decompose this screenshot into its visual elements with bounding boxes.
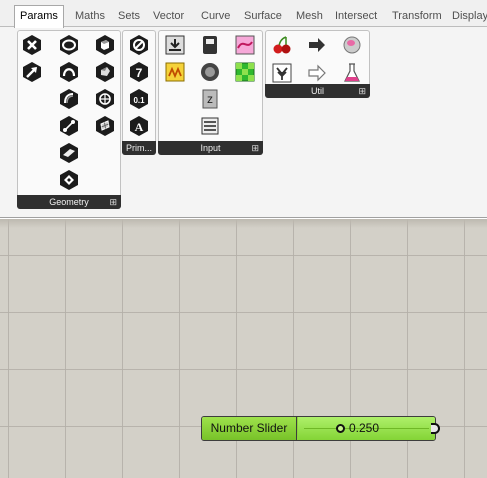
tab-sets[interactable]: Sets (118, 7, 140, 27)
relay-arrow-icon[interactable] (306, 34, 328, 56)
panel-expand-icon[interactable]: ⊞ (358, 84, 366, 98)
svg-text:A: A (135, 120, 144, 134)
circle-icon[interactable] (58, 34, 80, 56)
slider-grip-handle[interactable] (336, 424, 345, 433)
util-panel-label: Util (311, 86, 324, 96)
primitive-panel-footer[interactable]: Prim... (122, 141, 156, 155)
tab-curve[interactable]: Curve (201, 7, 230, 27)
input-panel-footer[interactable]: Input ⊞ (158, 141, 263, 155)
svg-text:7: 7 (136, 66, 143, 80)
panel-expand-icon[interactable]: ⊞ (109, 195, 117, 209)
tab-mesh[interactable]: Mesh (296, 7, 323, 27)
svg-text:0.1: 0.1 (133, 96, 145, 105)
vector-icon[interactable] (21, 61, 43, 83)
flask-icon[interactable] (341, 62, 363, 84)
tab-surface[interactable]: Surface (244, 7, 282, 27)
button-icon[interactable] (164, 61, 186, 83)
digit-scroller-icon[interactable]: z (199, 88, 221, 110)
mesh-icon[interactable] (94, 115, 116, 137)
box-icon[interactable] (94, 34, 116, 56)
point-icon[interactable] (21, 34, 43, 56)
plane-icon[interactable] (58, 142, 80, 164)
geometry-panel: Geometry ⊞ (17, 30, 121, 209)
primitive-panel-label: Prim... (126, 143, 152, 153)
boolean-toggle-icon[interactable] (199, 61, 221, 83)
svg-text:z: z (207, 92, 213, 106)
brep-icon[interactable] (94, 61, 116, 83)
input-panel: z Input ⊞ (158, 30, 263, 155)
curve-icon[interactable] (58, 61, 80, 83)
hollow-arrow-icon[interactable] (306, 62, 328, 84)
util-panel-footer[interactable]: Util ⊞ (265, 84, 370, 98)
panel-icon[interactable] (199, 34, 221, 56)
tab-transform[interactable]: Transform (392, 7, 442, 27)
tab-display[interactable]: Display (452, 7, 487, 27)
tab-params[interactable]: Params (14, 5, 64, 28)
component-ribbon: Geometry ⊞ 7 0.1 A Prim... z Input ⊞ Uti… (0, 27, 487, 218)
tab-maths[interactable]: Maths (75, 7, 105, 27)
list-item-icon[interactable] (199, 115, 221, 137)
data-input-icon[interactable] (164, 34, 186, 56)
tab-intersect[interactable]: Intersect (335, 7, 377, 27)
geometry-panel-label: Geometry (49, 197, 89, 207)
ribbon-tab-strip: Params Maths Sets Vector Curve Surface M… (0, 0, 487, 28)
field-icon[interactable] (94, 88, 116, 110)
boolean-icon[interactable] (128, 34, 150, 56)
number-slider-component[interactable]: Number Slider 0.250 (201, 416, 436, 441)
group-icon[interactable] (58, 169, 80, 191)
data-dam-icon[interactable] (271, 62, 293, 84)
integer-icon[interactable]: 7 (128, 61, 150, 83)
colour-swatch-icon[interactable] (234, 61, 256, 83)
slider-name-label[interactable]: Number Slider (202, 417, 297, 440)
input-panel-label: Input (200, 143, 221, 153)
text-icon[interactable]: A (128, 115, 150, 137)
util-panel: Util ⊞ (265, 30, 370, 98)
graph-mapper-icon[interactable] (234, 34, 256, 56)
jump-icon[interactable] (341, 34, 363, 56)
panel-expand-icon[interactable]: ⊞ (251, 141, 259, 155)
primitive-panel: 7 0.1 A Prim... (122, 30, 156, 155)
domain-icon[interactable]: 0.1 (128, 88, 150, 110)
canvas-top-shadow (0, 219, 487, 228)
tab-vector[interactable]: Vector (153, 7, 184, 27)
arc-icon[interactable] (58, 88, 80, 110)
slider-rail[interactable]: 0.250 (298, 417, 435, 440)
geometry-panel-footer[interactable]: Geometry ⊞ (17, 195, 121, 209)
slider-value-text: 0.250 (349, 421, 380, 435)
line-icon[interactable] (58, 115, 80, 137)
cherry-picker-icon[interactable] (271, 34, 293, 56)
